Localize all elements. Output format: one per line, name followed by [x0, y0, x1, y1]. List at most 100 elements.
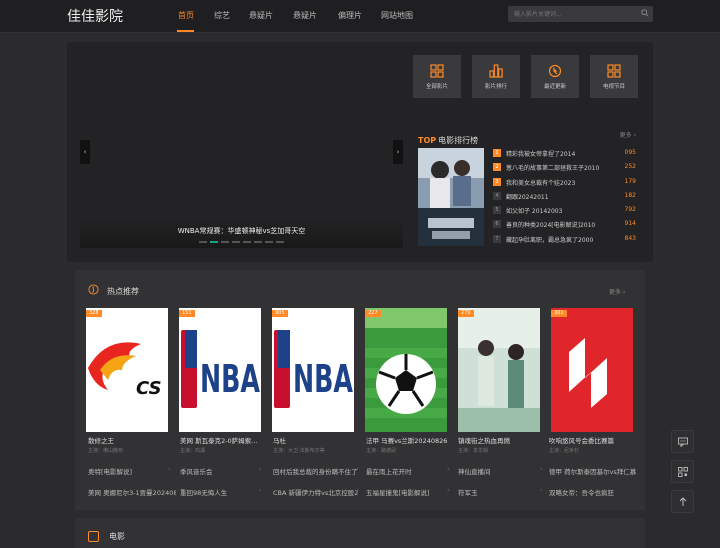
banner-next-button[interactable]: ›: [393, 140, 403, 164]
quick-tv-button[interactable]: 电视节目: [590, 55, 638, 98]
ranking-header: TOP 电影排行榜 更多 ›: [418, 128, 636, 145]
card-badge: 301: [551, 310, 567, 317]
ranking-row[interactable]: 5 如父如子 20142003 792: [493, 204, 636, 218]
chevron-right-icon: ›: [356, 486, 359, 494]
text-link[interactable]: 神仙直播间: [458, 466, 538, 476]
qrcode-button[interactable]: [671, 460, 694, 483]
chevron-right-icon: ›: [259, 486, 262, 494]
chevron-right-icon: ›: [447, 465, 450, 473]
card-title[interactable]: 镇魂街之热血再燃: [458, 435, 542, 445]
nav-item-suspense[interactable]: 悬疑片: [249, 10, 273, 21]
poster-image: [418, 148, 484, 246]
text-link[interactable]: 双略女帝：吾令也疯狂: [549, 487, 641, 497]
card-subtitle: 主演：尼禾杉: [549, 448, 580, 454]
banner-dot[interactable]: [243, 241, 251, 243]
movie-card[interactable]: 301: [551, 308, 633, 432]
chevron-right-icon: ›: [259, 465, 262, 473]
film-icon: [88, 531, 99, 542]
ranking-poster[interactable]: [418, 148, 484, 246]
quick-label: 影片排行: [484, 84, 507, 90]
svg-text:CS: CS: [136, 378, 162, 399]
top-bar: 佳佳影院 首页 综艺 悬疑片 悬疑片 偏理片 网站地图: [0, 0, 720, 33]
quick-ranking-button[interactable]: 影片排行: [472, 55, 520, 98]
quick-all-movies-button[interactable]: 全部影片: [413, 55, 461, 98]
card-subtitle: 主演：路德武: [366, 448, 397, 454]
text-link[interactable]: 符军玉: [458, 487, 538, 497]
card-title[interactable]: 散修之王: [88, 435, 172, 445]
banner-dot-active[interactable]: [210, 241, 218, 243]
card-badge: 905: [272, 310, 288, 317]
card-cover: [365, 308, 447, 432]
nav-item-sitemap[interactable]: 网站地图: [381, 10, 413, 21]
site-logo[interactable]: 佳佳影院: [67, 6, 123, 26]
search-input[interactable]: [514, 7, 634, 21]
banner-dots: [80, 241, 403, 243]
card-cover: CS: [86, 308, 168, 432]
quick-label: 最近更新: [543, 84, 566, 90]
hot-section-title: 热点推荐: [107, 287, 139, 296]
ranking-row[interactable]: 6 善良的种类2024[电影解说]2010 914: [493, 218, 636, 232]
nav-item-variety[interactable]: 综艺: [214, 10, 230, 21]
search-icon[interactable]: [641, 9, 649, 17]
ranking-title: 电影排行榜: [438, 136, 479, 145]
ranking-row[interactable]: 2 葱八毛的故事第二部拯救王子2010 252: [493, 161, 636, 175]
qrcode-icon: [678, 467, 688, 477]
text-link[interactable]: 季风音乐会: [180, 466, 260, 476]
movie-card[interactable]: 270: [458, 308, 540, 432]
banner-slider[interactable]: WNBA常规赛：华盛顿神秘vs芝加哥天空 ‹ ›: [80, 55, 403, 248]
card-title[interactable]: 美网 斯瓦泰克2-0萨姆索...: [180, 435, 264, 445]
arrow-up-icon: [679, 497, 687, 506]
card-cover: [458, 308, 540, 432]
text-link[interactable]: CBA 新疆伊力特vs北京控股2: [273, 487, 359, 497]
card-badge: 151: [179, 310, 195, 317]
card-badge: 227: [365, 310, 381, 317]
ranking-more-link[interactable]: 更多 ›: [620, 130, 636, 139]
text-link[interactable]: 重回98无悔人生: [180, 487, 260, 497]
quick-recent-button[interactable]: 最近更新: [531, 55, 579, 98]
ranking-row[interactable]: 7 藏起孕肚离职，霸总急疯了2000 843: [493, 233, 636, 247]
card-subtitle: 主演：佛山散布: [88, 448, 124, 454]
quick-label: 全部影片: [425, 84, 448, 90]
banner-dot[interactable]: [199, 241, 207, 243]
movies-section: 电影: [75, 518, 645, 548]
movie-card[interactable]: 905 NBA: [272, 308, 354, 432]
text-link[interactable]: 最在雨上花开时: [366, 466, 446, 476]
card-cover: [551, 308, 633, 432]
card-badge: 270: [458, 310, 474, 317]
text-link[interactable]: 五福星撞鬼[电影解说]: [366, 487, 446, 497]
nav-item-home[interactable]: 首页: [178, 10, 194, 21]
nav-item-suspense-2[interactable]: 悬疑片: [293, 10, 317, 21]
chevron-right-icon: ›: [356, 465, 359, 473]
card-subtitle: 主演：袁华娟: [458, 448, 489, 454]
feedback-button[interactable]: [671, 430, 694, 453]
hot-more-link[interactable]: 更多 ›: [609, 287, 625, 296]
text-link[interactable]: 美网 奥娜尼尔3-1贾曼202408: [88, 487, 176, 497]
text-link[interactable]: 奥特[电影解说]: [88, 466, 168, 476]
ranking-row[interactable]: 3 我和美女总裁有个娃2023 179: [493, 176, 636, 190]
banner-dot[interactable]: [254, 241, 262, 243]
svg-text:NBA: NBA: [200, 357, 260, 401]
ranking-row[interactable]: 1 精彩我被女帝拿捏了2014 095: [493, 147, 636, 161]
card-title[interactable]: 吹响悠风号会委比赛篇: [549, 435, 633, 445]
tv-grid-icon: [607, 64, 621, 78]
movie-card[interactable]: 227: [365, 308, 447, 432]
text-link[interactable]: 回村后我总裁的身份瞒不住了: [273, 466, 359, 476]
chevron-right-icon: ›: [447, 486, 450, 494]
card-title[interactable]: 马杜: [273, 435, 357, 445]
movie-card[interactable]: 328 CS: [86, 308, 168, 432]
banner-dot[interactable]: [232, 241, 240, 243]
banner-dot[interactable]: [221, 241, 229, 243]
flame-icon: [88, 284, 99, 295]
nav-item-ethics[interactable]: 偏理片: [338, 10, 362, 21]
banner-prev-button[interactable]: ‹: [80, 140, 90, 164]
card-title[interactable]: 法甲 马赛vs兰斯20240826: [366, 435, 450, 445]
movies-section-title: 电影: [109, 532, 125, 541]
back-to-top-button[interactable]: [671, 490, 694, 513]
text-link[interactable]: 德甲 荷尔斯泰因基尔vs拜仁慕: [549, 466, 641, 476]
ranking-list: 1 精彩我被女帝拿捏了2014 095 2 葱八毛的故事第二部拯救王子2010 252 …: [493, 147, 636, 247]
banner-dot[interactable]: [276, 241, 284, 243]
movie-card[interactable]: 151 NBA: [179, 308, 261, 432]
chevron-right-icon: ›: [540, 486, 543, 494]
ranking-row[interactable]: 4 翻跟20242011 182: [493, 190, 636, 204]
banner-dot[interactable]: [265, 241, 273, 243]
